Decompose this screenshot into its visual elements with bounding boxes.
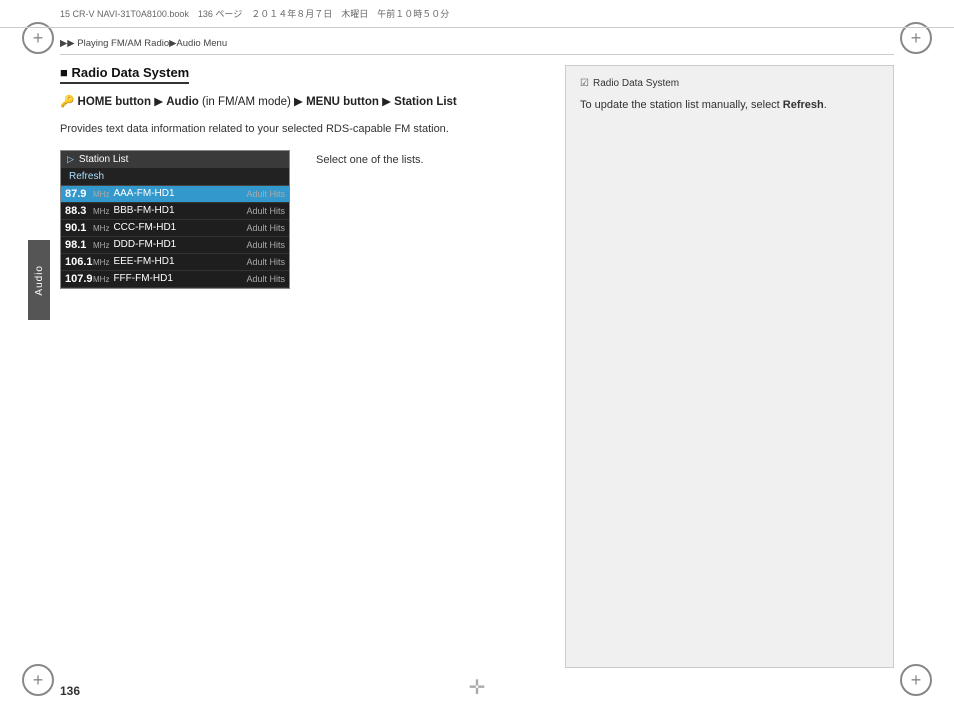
freq-num: 107.9: [65, 273, 93, 285]
station-genre: Adult Hits: [246, 223, 285, 233]
freq-unit: MHz: [93, 190, 109, 200]
radio-icon: ▷: [67, 154, 74, 165]
freq-num: 88.3: [65, 205, 93, 217]
corner-mark-bl: [22, 664, 54, 696]
main-content: Radio Data System 🔑 HOME button ▶ Audio …: [60, 65, 540, 668]
description-text: Provides text data information related t…: [60, 121, 540, 138]
freq-num: 87.9: [65, 188, 93, 200]
section-heading: Radio Data System: [60, 65, 189, 84]
home-button-label: HOME button: [78, 96, 151, 108]
header-bar: 15 CR-V NAVI-31T0A8100.book 136 ページ ２０１４…: [0, 0, 954, 28]
station-row[interactable]: 90.1 MHz CCC-FM-HD1 Adult Hits: [61, 220, 289, 237]
station-area: ▷ Station List Refresh 87.9 MHz AAA-FM-H…: [60, 150, 540, 289]
nav-arrow-3: ▶: [382, 96, 394, 108]
freq-num: 106.1: [65, 256, 93, 268]
freq-unit: MHz: [93, 224, 109, 234]
station-row[interactable]: 107.9 MHz FFF-FM-HD1 Adult Hits: [61, 271, 289, 288]
breadcrumb-divider: [60, 54, 894, 55]
freq-unit: MHz: [93, 207, 109, 217]
station-name: DDD-FM-HD1: [113, 239, 242, 250]
station-rows-container: 87.9 MHz AAA-FM-HD1 Adult Hits 88.3 MHz …: [61, 186, 289, 288]
file-info: 15 CR-V NAVI-31T0A8100.book 136 ページ ２０１４…: [60, 7, 449, 20]
menu-label: MENU button: [306, 96, 379, 108]
nav-arrow-1: ▶: [154, 96, 166, 108]
freq-num: 90.1: [65, 222, 93, 234]
station-row[interactable]: 98.1 MHz DDD-FM-HD1 Adult Hits: [61, 237, 289, 254]
freq-unit: MHz: [93, 258, 109, 268]
station-genre: Adult Hits: [246, 274, 285, 284]
page-number: 136: [60, 684, 80, 698]
station-row[interactable]: 87.9 MHz AAA-FM-HD1 Adult Hits: [61, 186, 289, 203]
station-list-header: ▷ Station List: [61, 151, 289, 168]
station-list-title: Station List: [79, 154, 128, 165]
freq-unit: MHz: [93, 275, 109, 285]
station-genre: Adult Hits: [246, 240, 285, 250]
sidebar-tab: Audio: [28, 240, 50, 320]
home-icon: 🔑: [60, 96, 74, 108]
station-row[interactable]: 88.3 MHz BBB-FM-HD1 Adult Hits: [61, 203, 289, 220]
freq-num: 98.1: [65, 239, 93, 251]
refresh-row[interactable]: Refresh: [61, 168, 289, 186]
nav-arrow-2: ▶: [294, 96, 306, 108]
nav-path: 🔑 HOME button ▶ Audio (in FM/AM mode) ▶ …: [60, 94, 540, 111]
station-row[interactable]: 106.1 MHz EEE-FM-HD1 Adult Hits: [61, 254, 289, 271]
station-name: EEE-FM-HD1: [113, 256, 242, 267]
station-genre: Adult Hits: [246, 206, 285, 216]
sidebar-label: Audio: [34, 265, 45, 296]
select-text: Select one of the lists.: [316, 150, 424, 166]
station-list-ui: ▷ Station List Refresh 87.9 MHz AAA-FM-H…: [60, 150, 290, 289]
station-genre: Adult Hits: [246, 189, 285, 199]
freq-unit: MHz: [93, 241, 109, 251]
right-panel-text-after: .: [824, 99, 827, 111]
corner-mark-br: [900, 664, 932, 696]
breadcrumb: ▶▶ Playing FM/AM Radio▶Audio Menu: [60, 38, 227, 49]
station-name: BBB-FM-HD1: [113, 205, 242, 216]
station-genre: Adult Hits: [246, 257, 285, 267]
station-name: AAA-FM-HD1: [113, 188, 242, 199]
audio-label: Audio: [166, 96, 199, 108]
right-panel-text: To update the station list manually, sel…: [580, 97, 879, 115]
right-panel-title: Radio Data System: [580, 78, 879, 89]
station-name: CCC-FM-HD1: [113, 222, 242, 233]
right-panel: Radio Data System To update the station …: [565, 65, 894, 668]
bottom-crosshair: ✛: [469, 675, 486, 700]
station-list-label: Station List: [394, 96, 457, 108]
audio-note: (in FM/AM mode): [202, 96, 294, 108]
right-panel-text-before: To update the station list manually, sel…: [580, 99, 783, 111]
right-panel-text-bold: Refresh: [783, 99, 824, 111]
station-name: FFF-FM-HD1: [113, 273, 242, 284]
